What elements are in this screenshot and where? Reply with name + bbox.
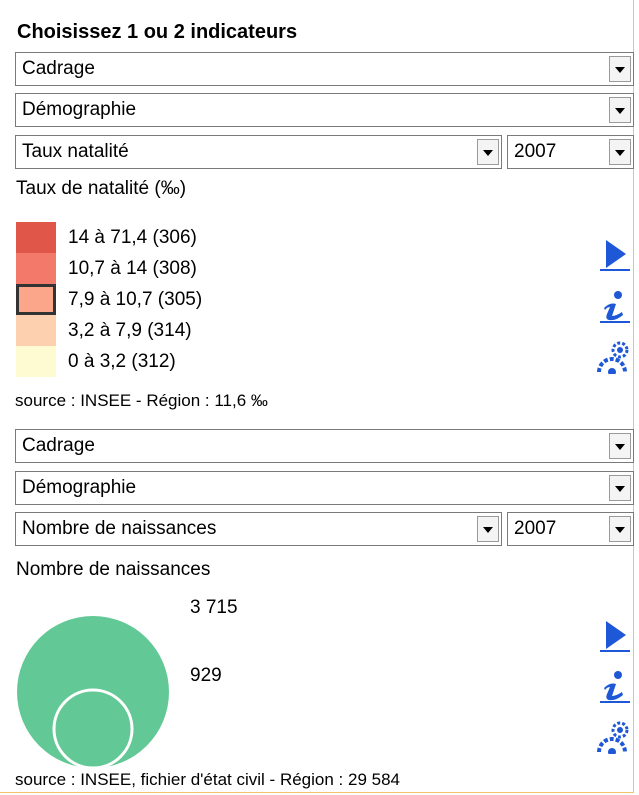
legend-title-2: Nombre de naissances [16,559,211,580]
source-text-1: source : INSEE - Région : 11,6 ‰ [15,391,268,410]
legend-label-3: 7,9 à 10,7 (305) [68,289,203,310]
theme-select-1[interactable]: Cadrage [15,52,634,86]
indicator-select-2[interactable]: Nombre de naissances [15,512,502,546]
chevron-down-icon[interactable] [609,56,631,82]
indicator-panel: Choisissez 1 ou 2 indicateurs Cadrage Dé… [0,0,634,793]
indicator-select-2-value: Nombre de naissances [22,518,217,539]
theme-select-1-value: Cadrage [22,58,95,79]
panel-title: Choisissez 1 ou 2 indicateurs [17,21,298,43]
legend-label-5: 0 à 3,2 (312) [68,351,176,372]
circle-small [52,688,134,770]
domain-select-2-value: Démographie [22,477,137,498]
legend-swatch-5[interactable] [16,346,56,377]
settings-gear-icon[interactable] [596,718,632,756]
legend-label-2: 10,7 à 14 (308) [68,258,197,279]
legend-title-1: Taux de natalité (‰) [16,178,187,199]
chevron-down-icon[interactable] [609,516,631,542]
chevron-down-icon[interactable] [477,516,499,542]
legend-swatch-2[interactable] [16,253,56,284]
info-icon[interactable] [596,288,632,324]
proportional-circles-legend [17,616,169,770]
chevron-down-icon[interactable] [477,139,499,165]
play-icon[interactable] [596,236,632,272]
legend-swatch-4[interactable] [16,315,56,346]
year-select-2[interactable]: 2007 [507,512,634,546]
domain-select-1-value: Démographie [22,99,137,120]
legend-swatch-3-selected[interactable] [16,284,56,315]
play-icon[interactable] [596,617,632,653]
legend-swatch-1[interactable] [16,222,56,253]
circle-small-value: 929 [190,665,222,686]
indicator-select-1[interactable]: Taux natalité [15,135,502,169]
settings-gear-icon[interactable] [596,338,632,376]
domain-select-2[interactable]: Démographie [15,471,634,505]
source-text-2: source : INSEE, fichier d'état civil - R… [15,770,400,789]
theme-select-2-value: Cadrage [22,435,95,456]
indicator-select-1-value: Taux natalité [22,141,129,162]
legend-label-1: 14 à 71,4 (306) [68,227,197,248]
circle-large-value: 3 715 [190,597,238,618]
year-select-1[interactable]: 2007 [507,135,634,169]
chevron-down-icon[interactable] [609,475,631,501]
legend-label-4: 3,2 à 7,9 (314) [68,320,192,341]
chevron-down-icon[interactable] [609,139,631,165]
chevron-down-icon[interactable] [609,433,631,459]
theme-select-2[interactable]: Cadrage [15,429,634,463]
info-icon[interactable] [596,668,632,704]
year-select-2-value: 2007 [514,518,557,539]
year-select-1-value: 2007 [514,141,557,162]
domain-select-1[interactable]: Démographie [15,93,634,127]
chevron-down-icon[interactable] [609,97,631,123]
